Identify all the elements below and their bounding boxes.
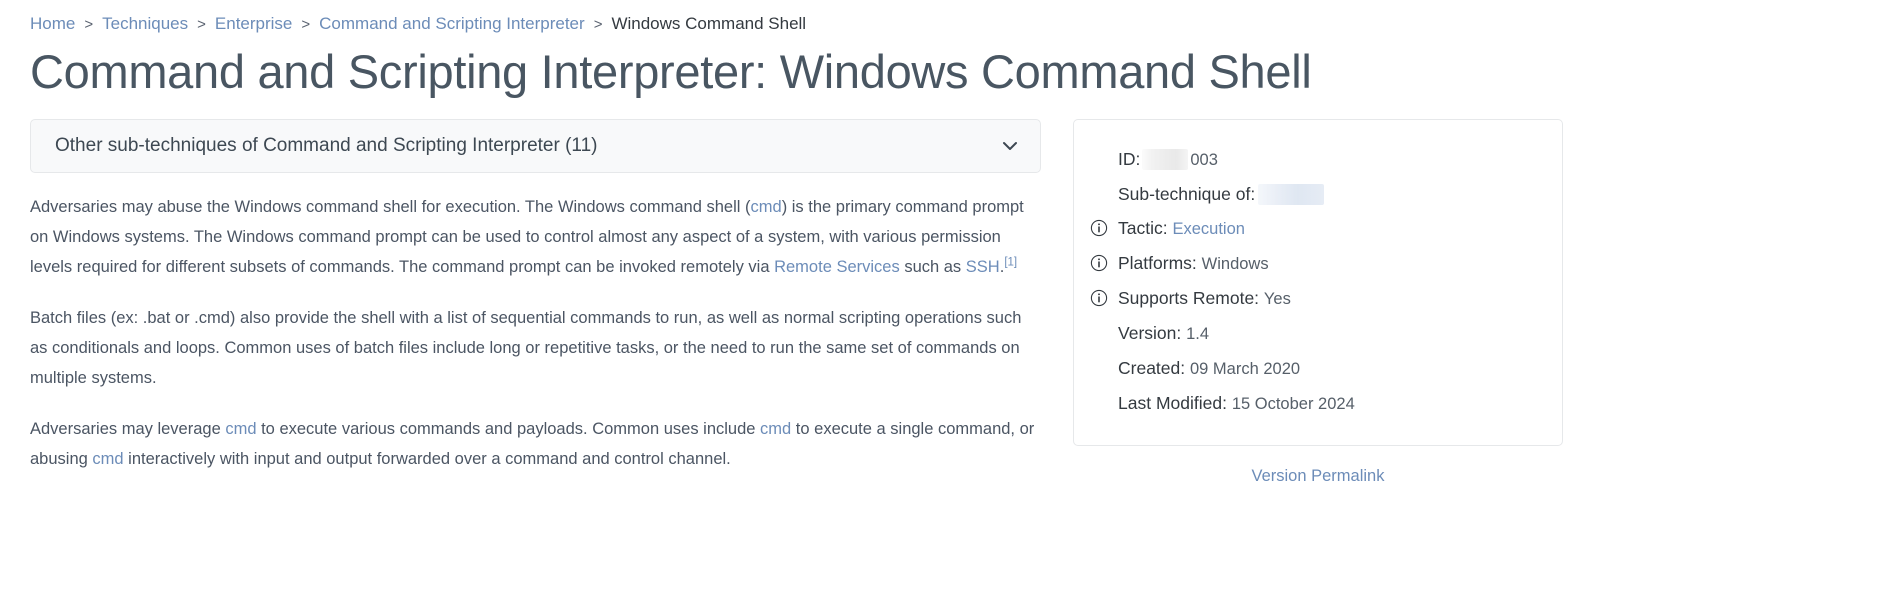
breadcrumb-separator: > xyxy=(593,15,603,33)
inline-link-remote-services[interactable]: Remote Services xyxy=(774,258,900,276)
inline-link-ssh[interactable]: SSH xyxy=(966,258,1000,276)
chevron-down-icon[interactable] xyxy=(1002,138,1018,154)
card-label-supports-remote: Supports Remote: xyxy=(1118,287,1260,308)
card-row-supports-remote: Supports Remote: Yes xyxy=(1090,281,1536,316)
breadcrumb-separator: > xyxy=(301,15,311,33)
breadcrumb-item-4[interactable]: Command and Scripting Interpreter xyxy=(319,14,585,34)
card-value-supports-remote: Yes xyxy=(1263,289,1291,308)
citation-reference[interactable]: [1] xyxy=(1004,256,1017,268)
sub-techniques-accordion[interactable]: Other sub-techniques of Command and Scri… xyxy=(30,118,1041,173)
inline-link-cmd[interactable]: cmd xyxy=(751,198,782,216)
card-value-version: 1.4 xyxy=(1186,324,1210,343)
card-row-sub-technique-of: Sub-technique of: xyxy=(1118,177,1536,211)
version-permalink-link[interactable]: Version Permalink xyxy=(1252,467,1385,485)
paragraph-text: Batch files (ex: .bat or .cmd) also prov… xyxy=(30,308,1022,387)
paragraph-text: to execute various commands and payloads… xyxy=(256,419,761,438)
card-label-version: Version: xyxy=(1118,322,1182,343)
breadcrumb-separator: > xyxy=(197,15,206,33)
side-column: ID: 003 Sub-technique of: Tactic: Execution… xyxy=(1073,118,1563,486)
card-label-id: ID: xyxy=(1118,148,1141,169)
description-paragraph-3: Adversaries may leverage cmd to execute … xyxy=(30,414,1041,474)
main-column: Other sub-techniques of Command and Scri… xyxy=(30,118,1041,474)
paragraph-text: Adversaries may leverage xyxy=(30,419,226,438)
inline-link-cmd[interactable]: cmd xyxy=(92,450,123,468)
breadcrumb-item-5: Windows Command Shell xyxy=(611,14,807,33)
content-columns: Other sub-techniques of Command and Scri… xyxy=(30,118,1847,486)
card-row-tactic: Tactic: Execution xyxy=(1090,211,1536,246)
breadcrumb-item-2[interactable]: Techniques xyxy=(102,14,188,34)
redacted-value-id xyxy=(1142,148,1189,170)
breadcrumb-item-3[interactable]: Enterprise xyxy=(215,14,292,34)
card-row-id: ID: 003 xyxy=(1118,142,1536,177)
inline-link-cmd[interactable]: cmd xyxy=(760,420,791,438)
paragraph-text: such as xyxy=(899,257,966,276)
sub-techniques-accordion-label: Other sub-techniques of Command and Scri… xyxy=(55,134,598,156)
card-label-tactic: Tactic: xyxy=(1118,217,1168,238)
card-row-platforms: Platforms: Windows xyxy=(1090,246,1536,281)
redacted-value-sub-technique-of xyxy=(1258,183,1325,205)
card-row-created: Created: 09 March 2020 xyxy=(1118,351,1536,386)
technique-info-card: ID: 003 Sub-technique of: Tactic: Execution… xyxy=(1073,118,1563,446)
card-value-id: 003 xyxy=(1190,150,1218,169)
card-row-last-modified: Last Modified: 15 October 2024 xyxy=(1118,386,1536,421)
technique-page: Home > Techniques > Enterprise > Command and S… xyxy=(0,0,1877,591)
card-value-last-modified: 15 October 2024 xyxy=(1231,394,1355,413)
breadcrumb-separator: > xyxy=(84,15,94,33)
version-permalink-container: Version Permalink xyxy=(1073,467,1563,486)
breadcrumb: Home > Techniques > Enterprise > Command and S… xyxy=(30,0,1847,33)
card-label-last-modified: Last Modified: xyxy=(1118,392,1227,413)
card-value-tactic[interactable]: Execution xyxy=(1172,220,1244,238)
card-row-version: Version: 1.4 xyxy=(1118,316,1536,351)
paragraph-text: Adversaries may abuse the Windows comman… xyxy=(30,197,751,216)
paragraph-text: interactively with input and output forw… xyxy=(123,449,731,468)
page-title: Command and Scripting Interpreter: Windo… xyxy=(30,45,1312,98)
description-paragraph-1: Adversaries may abuse the Windows comman… xyxy=(30,192,1041,282)
breadcrumb-item-1[interactable]: Home xyxy=(30,14,75,34)
card-value-created: 09 March 2020 xyxy=(1190,359,1301,378)
card-label-sub-technique-of: Sub-technique of: xyxy=(1118,183,1256,204)
technique-description: Adversaries may abuse the Windows comman… xyxy=(30,192,1041,474)
card-value-platforms: Windows xyxy=(1201,254,1269,273)
card-label-created: Created: xyxy=(1118,357,1186,378)
citation-link[interactable]: [1] xyxy=(1004,256,1017,268)
inline-link-cmd[interactable]: cmd xyxy=(225,420,256,438)
card-label-platforms: Platforms: xyxy=(1118,252,1197,273)
description-paragraph-2: Batch files (ex: .bat or .cmd) also prov… xyxy=(30,303,1041,393)
